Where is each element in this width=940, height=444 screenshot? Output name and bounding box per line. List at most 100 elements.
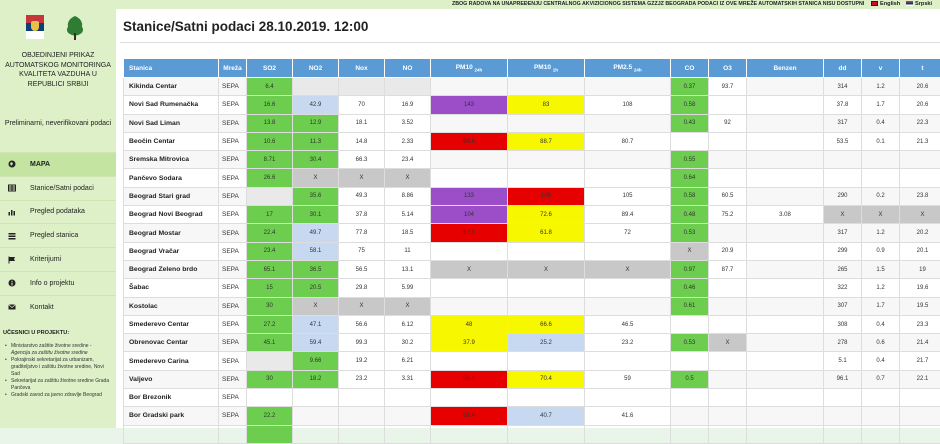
table-row[interactable]: Novi Sad LimanSEPA13.812.918.13.520.4392… — [124, 114, 940, 132]
column-header[interactable]: dd — [824, 59, 862, 78]
nav-item-pregled-stanica[interactable]: Pregled stanica — [0, 223, 116, 247]
serbian-language-link[interactable]: Srpski — [906, 0, 932, 9]
station-name[interactable]: Beograd Stari grad — [124, 187, 219, 205]
table-row[interactable]: Kikinda CentarSEPA6.40.3793.73141.220.6 — [124, 78, 940, 96]
nav-item-mapa[interactable]: MAPA — [0, 152, 116, 176]
table-row[interactable]: Bor BrezonikSEPA — [124, 389, 940, 407]
column-header[interactable]: Nox — [339, 59, 385, 78]
column-header[interactable]: Benzen — [747, 59, 824, 78]
station-name[interactable]: Pančevo Sodara — [124, 169, 219, 187]
table-row[interactable]: Bor Gradski parkSEPA22.258.440.741.6 — [124, 407, 940, 425]
network-cell: SEPA — [219, 169, 247, 187]
value-cell: 42.9 — [293, 96, 339, 114]
value-cell: X — [709, 334, 747, 352]
column-header[interactable]: t — [900, 59, 940, 78]
table-row[interactable]: Obrenovac CentarSEPA45.159.499.330.237.9… — [124, 334, 940, 352]
column-header-sub: 1h — [553, 67, 558, 72]
value-cell: 23.2 — [339, 370, 385, 388]
table-row[interactable]: ValjevoSEPA3018.223.23.3156.170.4590.596… — [124, 370, 940, 388]
table-row[interactable]: Beograd Stari gradSEPA35.649.38.86133109… — [124, 187, 940, 205]
value-cell: 22.3 — [900, 114, 940, 132]
value-cell: 58.4 — [431, 407, 508, 425]
value-cell: 20.6 — [900, 78, 940, 96]
station-name[interactable]: Kostolac — [124, 297, 219, 315]
table-row[interactable]: Beočin CentarSEPA10.611.314.82.3399.688.… — [124, 132, 940, 150]
station-name[interactable]: Smederevo Centar — [124, 315, 219, 333]
table-row[interactable]: Beograd VračarSEPA23.458.17511X20.92990.… — [124, 242, 940, 260]
value-cell: 0.4 — [862, 315, 900, 333]
bar-chart-icon — [8, 208, 16, 216]
value-cell: 1.2 — [862, 78, 900, 96]
value-cell: 290 — [824, 187, 862, 205]
nav-item-kontakt[interactable]: Kontakt — [0, 295, 116, 319]
table-row[interactable]: KostolacSEPA30XXX0.613071.719.5 — [124, 297, 940, 315]
station-name[interactable]: Šabac — [124, 279, 219, 297]
value-cell — [747, 78, 824, 96]
value-cell — [747, 370, 824, 388]
station-name[interactable]: Obrenovac Centar — [124, 334, 219, 352]
value-cell: 23.4 — [385, 151, 431, 169]
value-cell — [709, 297, 747, 315]
column-header[interactable]: NO2 — [293, 59, 339, 78]
station-name[interactable]: Sremska Mitrovica — [124, 151, 219, 169]
station-name[interactable]: Beograd Novi Beograd — [124, 206, 219, 224]
column-header[interactable]: Mreža — [219, 59, 247, 78]
nav-item-pregled-podataka[interactable]: Pregled podataka — [0, 200, 116, 224]
value-cell — [431, 389, 508, 407]
page-title: Stanice/Satni podaci 28.10.2019. 12:00 — [123, 19, 368, 34]
column-header[interactable]: PM2.5 24h — [585, 59, 671, 78]
column-header[interactable]: Stanica — [124, 59, 219, 78]
station-name[interactable]: Kikinda Centar — [124, 78, 219, 96]
station-name[interactable]: Bor Gradski park — [124, 407, 219, 425]
value-cell: 65.1 — [247, 260, 293, 278]
column-header[interactable]: O3 — [709, 59, 747, 78]
value-cell — [671, 132, 709, 150]
table-row[interactable]: Pančevo SodaraSEPA26.6XXX0.64 — [124, 169, 940, 187]
value-cell: 143 — [431, 96, 508, 114]
list-icon — [8, 232, 16, 240]
value-cell: 1.5 — [862, 260, 900, 278]
value-cell: 96.1 — [824, 370, 862, 388]
nav-item-kriterijumi[interactable]: Kriterijumi — [0, 247, 116, 271]
value-cell: 70 — [339, 96, 385, 114]
nav-item-info-o-projektu[interactable]: Info o projektu — [0, 271, 116, 295]
value-cell: 49.7 — [293, 224, 339, 242]
station-name[interactable]: Bor Brezonik — [124, 389, 219, 407]
table-row[interactable]: Sremska MitrovicaSEPA8.7130.466.323.40.5… — [124, 151, 940, 169]
nav-item-stanice-satni-podaci[interactable]: Stanice/Satni podaci — [0, 176, 116, 200]
station-name[interactable]: Beograd Mostar — [124, 224, 219, 242]
station-name[interactable]: Smederevo Carina — [124, 352, 219, 370]
station-name[interactable]: Novi Sad Rumenačka — [124, 96, 219, 114]
top-notice-bar: ZBOG RADOVA NA UNAPREĐENJU CENTRALNOG AK… — [0, 0, 940, 9]
column-header[interactable]: CO — [671, 59, 709, 78]
value-cell: 0.48 — [671, 206, 709, 224]
table-row[interactable]: Novi Sad RumenačkaSEPA16.642.97016.91438… — [124, 96, 940, 114]
column-header[interactable]: PM10 1h — [508, 59, 585, 78]
table-row[interactable]: Smederevo CarinaSEPA9.6619.26.215.10.421… — [124, 352, 940, 370]
station-name[interactable]: Valjevo — [124, 370, 219, 388]
value-cell: 105 — [585, 187, 671, 205]
nav-label: Pregled podataka — [30, 208, 85, 215]
table-row[interactable]: Beograd MostarSEPA22.449.777.818.567.361… — [124, 224, 940, 242]
column-header[interactable]: v — [862, 59, 900, 78]
station-name[interactable]: Beočin Centar — [124, 132, 219, 150]
column-header[interactable]: PM10 24h — [431, 59, 508, 78]
value-cell — [585, 151, 671, 169]
column-header-sub: 24h — [475, 67, 483, 72]
station-name[interactable]: Beograd Zeleno brdo — [124, 260, 219, 278]
table-row[interactable]: Smederevo CentarSEPA27.247.156.66.124866… — [124, 315, 940, 333]
value-cell: X — [293, 297, 339, 315]
value-cell — [862, 407, 900, 425]
column-header[interactable]: NO — [385, 59, 431, 78]
station-name[interactable]: Beograd Vračar — [124, 242, 219, 260]
value-cell — [862, 151, 900, 169]
value-cell: 46.5 — [585, 315, 671, 333]
station-name[interactable]: Novi Sad Liman — [124, 114, 219, 132]
table-row[interactable]: ŠabacSEPA1520.529.85.990.463221.219.6 — [124, 279, 940, 297]
nav-label: MAPA — [30, 161, 50, 168]
table-row[interactable]: Beograd Novi BeogradSEPA1730.137.85.1410… — [124, 206, 940, 224]
english-language-link[interactable]: English — [871, 0, 900, 9]
participant-item: Gradski zavod za javno zdravlje Beograd — [3, 392, 113, 399]
table-row[interactable]: Beograd Zeleno brdoSEPA65.136.556.513.1X… — [124, 260, 940, 278]
column-header[interactable]: SO2 — [247, 59, 293, 78]
